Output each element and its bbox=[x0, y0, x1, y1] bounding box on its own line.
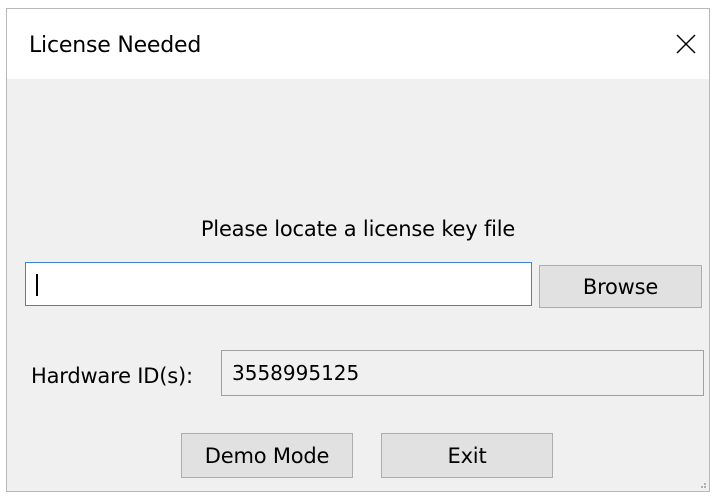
hardware-id-field[interactable]: 3558995125 bbox=[221, 350, 704, 396]
browse-button[interactable]: Browse bbox=[539, 265, 702, 308]
text-caret bbox=[36, 274, 38, 296]
license-path-input[interactable] bbox=[25, 262, 532, 306]
resize-grip-icon[interactable] bbox=[697, 479, 707, 489]
close-button[interactable] bbox=[663, 19, 709, 69]
license-dialog: License Needed Please locate a license k… bbox=[6, 8, 710, 492]
window-title: License Needed bbox=[29, 33, 202, 58]
prompt-label: Please locate a license key file bbox=[200, 217, 516, 241]
demo-mode-button[interactable]: Demo Mode bbox=[181, 433, 353, 478]
hardware-id-label: Hardware ID(s): bbox=[31, 364, 193, 388]
title-bar: License Needed bbox=[7, 9, 709, 79]
exit-button[interactable]: Exit bbox=[381, 433, 553, 478]
close-icon bbox=[676, 34, 696, 54]
